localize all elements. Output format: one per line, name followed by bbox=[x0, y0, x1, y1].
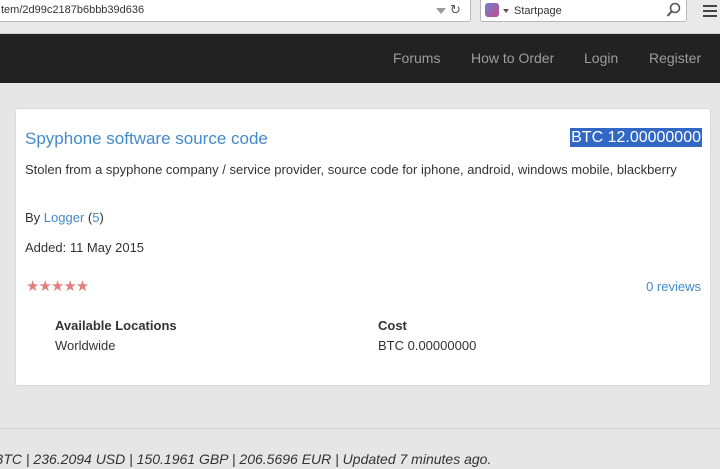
engine-dropdown-icon[interactable] bbox=[503, 9, 509, 13]
listing-title[interactable]: Spyphone software source code bbox=[25, 129, 268, 149]
exchange-rates: BTC | 236.2094 USD | 150.1961 GBP | 206.… bbox=[0, 451, 492, 467]
cost-value: BTC 0.00000000 bbox=[378, 338, 477, 353]
vendor-byline: By Logger (5) bbox=[25, 210, 104, 225]
vendor-rating: (5) bbox=[87, 210, 104, 225]
rating-stars: ★★★★★ bbox=[26, 278, 89, 295]
browser-toolbar: tem/2d99c2187b6bbb39d636 ↻ Startpage bbox=[0, 0, 720, 34]
nav-login[interactable]: Login bbox=[584, 50, 618, 66]
hamburger-menu-icon[interactable] bbox=[703, 5, 717, 19]
url-text[interactable]: tem/2d99c2187b6bbb39d636 bbox=[1, 4, 144, 16]
nav-register[interactable]: Register bbox=[649, 50, 701, 66]
location-value: Worldwide bbox=[55, 338, 116, 353]
added-value: 11 May 2015 bbox=[69, 240, 145, 255]
search-engine-name[interactable]: Startpage bbox=[514, 5, 562, 17]
listing-price: BTC 12.00000000 bbox=[570, 128, 702, 147]
url-bar[interactable]: tem/2d99c2187b6bbb39d636 ↻ bbox=[0, 0, 471, 22]
search-icon[interactable] bbox=[666, 2, 682, 18]
cost-header: Cost bbox=[378, 318, 407, 333]
listing-description: Stolen from a spyphone company / service… bbox=[25, 162, 677, 177]
startpage-icon[interactable] bbox=[485, 3, 499, 17]
added-label: Added: bbox=[25, 240, 67, 255]
vendor-link[interactable]: Logger bbox=[44, 210, 84, 225]
vendor-rating-link[interactable]: 5 bbox=[92, 210, 99, 225]
reviews-link[interactable]: 0 reviews bbox=[646, 279, 701, 294]
nav-forums[interactable]: Forums bbox=[393, 50, 440, 66]
dropdown-arrow-icon[interactable] bbox=[436, 8, 446, 14]
site-navbar: Forums How to Order Login Register bbox=[0, 34, 720, 83]
footer-divider bbox=[0, 428, 720, 429]
listing-panel: Spyphone software source code BTC 12.000… bbox=[15, 108, 711, 386]
added-date: Added: 11 May 2015 bbox=[25, 240, 144, 255]
search-box[interactable]: Startpage bbox=[480, 0, 687, 22]
locations-header: Available Locations bbox=[55, 318, 177, 333]
reload-icon[interactable]: ↻ bbox=[450, 3, 461, 17]
nav-how-to-order[interactable]: How to Order bbox=[471, 50, 554, 66]
by-prefix: By bbox=[25, 210, 41, 225]
